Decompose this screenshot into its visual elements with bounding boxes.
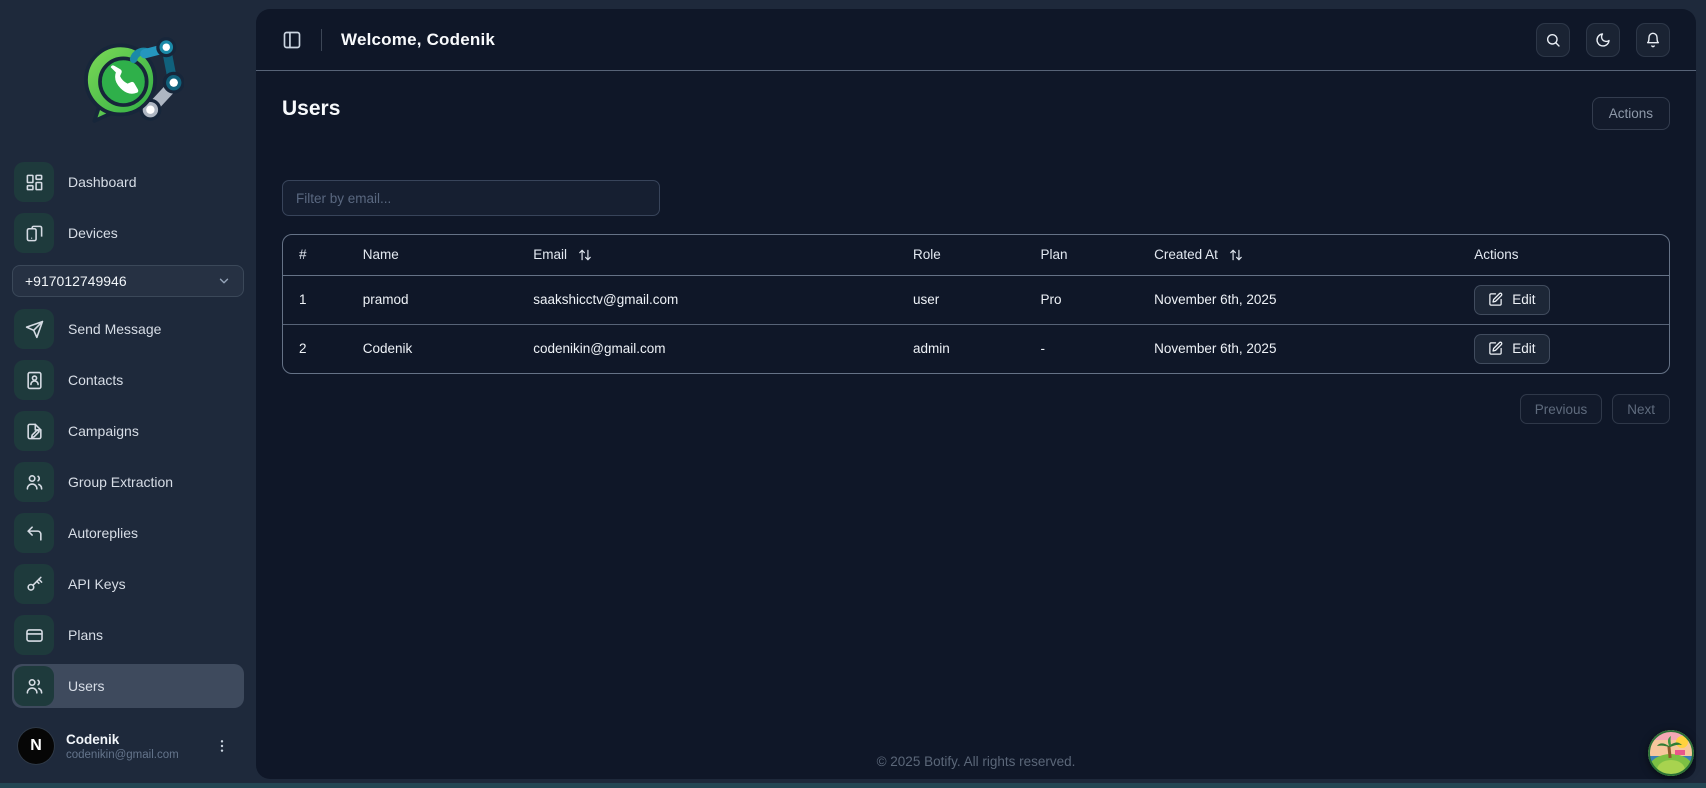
column-header-created[interactable]: Created At [1138, 235, 1458, 275]
users-icon [14, 666, 54, 706]
next-button[interactable]: Next [1612, 394, 1670, 424]
window-edge [0, 783, 1706, 788]
contacts-icon [14, 360, 54, 400]
profile-email: codenikin@gmail.com [66, 749, 179, 761]
bell-icon [1645, 32, 1661, 48]
sidebar-item-plans[interactable]: Plans [12, 613, 244, 657]
group-icon [14, 462, 54, 502]
theme-toggle-button[interactable] [1586, 23, 1620, 57]
table-row: 1 pramod saakshicctv@gmail.com user Pro … [283, 275, 1669, 324]
table-header-row: # Name Email Role Plan Created [283, 235, 1669, 275]
sidebar-item-devices[interactable]: Devices [12, 211, 244, 255]
sidebar-item-label: Campaigns [68, 423, 139, 439]
edit-pencil-icon [1488, 292, 1503, 307]
cell-name: Codenik [347, 324, 517, 373]
main-panel: Welcome, Codenik Users Actions [256, 9, 1696, 779]
column-header-name: Name [347, 235, 517, 275]
app-logo [0, 0, 256, 160]
sidebar-item-contacts[interactable]: Contacts [12, 358, 244, 402]
cell-email: saakshicctv@gmail.com [517, 275, 897, 324]
search-icon [1545, 32, 1561, 48]
users-table: # Name Email Role Plan Created [282, 234, 1670, 374]
sidebar-item-send-message[interactable]: Send Message [12, 307, 244, 351]
key-icon [14, 564, 54, 604]
edit-button[interactable]: Edit [1474, 334, 1549, 364]
sidebar-item-label: Users [68, 678, 105, 694]
actions-button[interactable]: Actions [1592, 97, 1670, 130]
cell-plan: - [1024, 324, 1138, 373]
sidebar-item-group-extraction[interactable]: Group Extraction [12, 460, 244, 504]
footer-copyright: © 2025 Botify. All rights reserved. [282, 754, 1670, 779]
sidebar-nav-top: Dashboard Devices [0, 160, 256, 255]
sidebar-item-label: Plans [68, 627, 103, 643]
cell-created: November 6th, 2025 [1138, 324, 1458, 373]
sidebar-item-users[interactable]: Users [12, 664, 244, 708]
sidebar-toggle-icon[interactable] [282, 30, 302, 50]
email-filter-input[interactable] [282, 180, 660, 216]
welcome-title: Welcome, Codenik [341, 30, 495, 50]
column-header-num: # [283, 235, 347, 275]
sidebar-item-campaigns[interactable]: Campaigns [12, 409, 244, 453]
topbar: Welcome, Codenik [256, 9, 1696, 71]
sidebar-item-label: Contacts [68, 372, 123, 388]
phone-number-value: +917012749946 [25, 273, 127, 289]
send-icon [14, 309, 54, 349]
page-content: Users Actions # Name Email [256, 71, 1696, 779]
column-header-email[interactable]: Email [517, 235, 897, 275]
avatar: N [18, 728, 54, 764]
sort-icon [1229, 248, 1243, 262]
sidebar: Dashboard Devices +917012749946 Send Mes… [0, 0, 256, 788]
floating-island-badge[interactable] [1648, 730, 1694, 776]
sidebar-item-autoreplies[interactable]: Autoreplies [12, 511, 244, 555]
column-header-plan: Plan [1024, 235, 1138, 275]
sidebar-item-label: Autoreplies [68, 525, 138, 541]
notifications-button[interactable] [1636, 23, 1670, 57]
sidebar-item-api-keys[interactable]: API Keys [12, 562, 244, 606]
sidebar-item-label: Group Extraction [68, 474, 173, 490]
topbar-divider [321, 29, 322, 51]
sidebar-item-label: API Keys [68, 576, 126, 592]
cell-name: pramod [347, 275, 517, 324]
reply-arrow-icon [14, 513, 54, 553]
credit-card-icon [14, 615, 54, 655]
cell-num: 2 [283, 324, 347, 373]
chevron-down-icon [217, 274, 231, 288]
sidebar-item-label: Devices [68, 225, 118, 241]
cell-role: admin [897, 324, 1025, 373]
campaigns-icon [14, 411, 54, 451]
edit-pencil-icon [1488, 341, 1503, 356]
column-header-role: Role [897, 235, 1025, 275]
devices-icon [14, 213, 54, 253]
sidebar-item-dashboard[interactable]: Dashboard [12, 160, 244, 204]
cell-role: user [897, 275, 1025, 324]
sidebar-item-label: Send Message [68, 321, 161, 337]
sort-icon [578, 248, 592, 262]
cell-num: 1 [283, 275, 347, 324]
previous-button[interactable]: Previous [1520, 394, 1603, 424]
table-row: 2 Codenik codenikin@gmail.com admin - No… [283, 324, 1669, 373]
column-header-actions: Actions [1458, 235, 1669, 275]
edit-button[interactable]: Edit [1474, 285, 1549, 315]
page-title: Users [282, 97, 340, 121]
sidebar-nav-main: Send Message Contacts Campaigns Group Ex… [0, 307, 256, 708]
phone-number-select[interactable]: +917012749946 [12, 265, 244, 297]
cell-plan: Pro [1024, 275, 1138, 324]
search-button[interactable] [1536, 23, 1570, 57]
kebab-menu-icon[interactable] [214, 738, 230, 754]
profile-name: Codenik [66, 732, 179, 747]
moon-icon [1595, 32, 1611, 48]
pagination: Previous Next [282, 394, 1670, 424]
cell-email: codenikin@gmail.com [517, 324, 897, 373]
sidebar-profile: N Codenik codenikin@gmail.com [0, 714, 256, 788]
cell-created: November 6th, 2025 [1138, 275, 1458, 324]
dashboard-icon [14, 162, 54, 202]
sidebar-item-label: Dashboard [68, 174, 137, 190]
